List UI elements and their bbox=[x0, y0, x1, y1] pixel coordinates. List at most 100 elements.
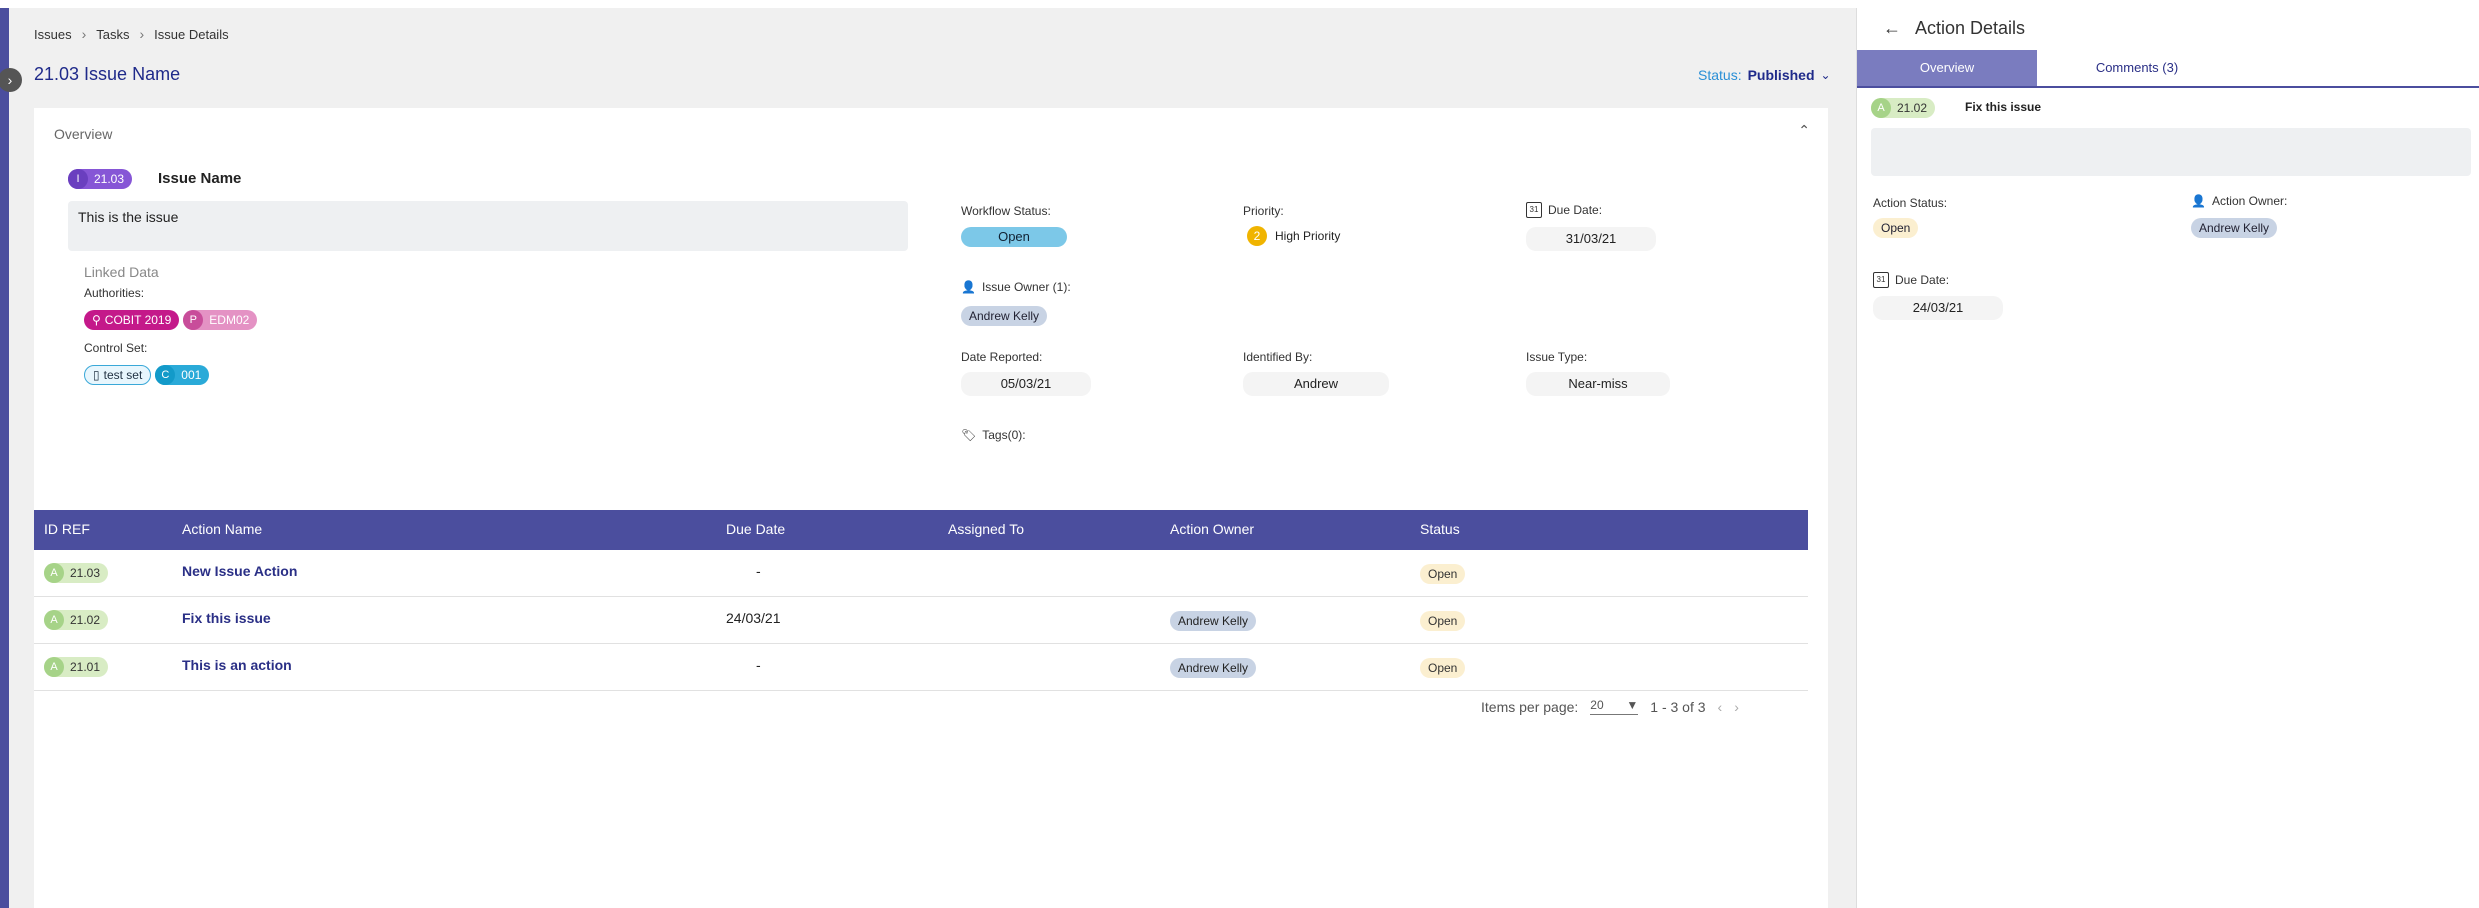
action-name-link[interactable]: Fix this issue bbox=[182, 610, 271, 626]
link-icon: ⚲ bbox=[92, 313, 101, 327]
issue-ref-badge: I 21.03 bbox=[68, 169, 133, 189]
col-action-name[interactable]: Action Name bbox=[182, 521, 262, 537]
action-ref-badge: A 21.02 bbox=[44, 610, 109, 630]
authority-cobit[interactable]: ⚲ COBIT 2019 bbox=[84, 310, 180, 330]
user-icon: 👤 bbox=[961, 280, 976, 294]
side-action-ref-badge: A 21.02 bbox=[1871, 98, 1936, 118]
tags-label[interactable]: 🏷 Tags(0): bbox=[961, 428, 1026, 442]
control-set-label: Control Set: bbox=[84, 341, 148, 355]
table-row[interactable]: A 21.02 Fix this issue 24/03/21 Andrew K… bbox=[34, 597, 1808, 644]
chevron-right-icon: › bbox=[139, 26, 145, 42]
paginator: Items per page: 20 ▼ 1 - 3 of 3 ‹ › bbox=[1481, 698, 1739, 715]
left-nav-strip bbox=[0, 8, 9, 908]
date-reported-label: Date Reported: bbox=[961, 350, 1043, 364]
table-row[interactable]: A 21.01 This is an action - Andrew Kelly… bbox=[34, 644, 1808, 691]
page-range: 1 - 3 of 3 bbox=[1650, 698, 1706, 715]
issue-prefix: I bbox=[68, 169, 88, 189]
user-icon: 👤 bbox=[2191, 194, 2206, 208]
due-date-value: 31/03/21 bbox=[1526, 227, 1656, 251]
back-arrow-icon[interactable]: ← bbox=[1883, 18, 1901, 39]
action-owner-chip: Andrew Kelly bbox=[2191, 218, 2278, 238]
col-assigned-to[interactable]: Assigned To bbox=[948, 521, 1024, 537]
breadcrumb-issues[interactable]: Issues bbox=[34, 27, 72, 42]
control-set-list: ▯ test set C 001 bbox=[84, 365, 210, 385]
calendar-icon: 31 bbox=[1873, 272, 1889, 288]
chevron-up-icon[interactable]: ⌃ bbox=[1798, 122, 1810, 139]
breadcrumb: Issues › Tasks › Issue Details bbox=[34, 26, 229, 42]
action-ref-badge: A 21.01 bbox=[44, 657, 109, 677]
tab-comments[interactable]: Comments (3) bbox=[2037, 50, 2237, 86]
priority-text: High Priority bbox=[1275, 229, 1341, 243]
issue-ref: 21.03 bbox=[94, 172, 125, 186]
items-per-page-label: Items per page: bbox=[1481, 698, 1579, 715]
authorities-label: Authorities: bbox=[84, 286, 145, 300]
issue-owner-label: 👤 Issue Owner (1): bbox=[961, 280, 1071, 294]
actions-table: ID REF Action Name Due Date Assigned To … bbox=[34, 510, 1808, 691]
page-title: 21.03 Issue Name bbox=[34, 64, 181, 84]
issue-name: Issue Name bbox=[158, 170, 242, 187]
control-001[interactable]: C 001 bbox=[155, 365, 210, 385]
action-name-link[interactable]: This is an action bbox=[182, 657, 292, 673]
overview-heading: Overview bbox=[54, 126, 113, 142]
action-details-tabs: Overview Comments (3) bbox=[1857, 50, 2479, 88]
control-set-test[interactable]: ▯ test set bbox=[84, 365, 152, 385]
status-label: Status: bbox=[1698, 67, 1742, 83]
col-action-owner[interactable]: Action Owner bbox=[1170, 521, 1254, 537]
action-due-date: 24/03/21 bbox=[726, 610, 781, 626]
action-status-badge: Open bbox=[1873, 218, 1919, 238]
priority-label: Priority: bbox=[1243, 204, 1284, 218]
chevron-right-icon: › bbox=[81, 26, 87, 42]
items-per-page-select[interactable]: 20 ▼ bbox=[1590, 698, 1639, 715]
action-status-label: Action Status: bbox=[1873, 196, 1948, 210]
priority-value: 2 High Priority bbox=[1247, 226, 1340, 246]
workflow-status-label: Workflow Status: bbox=[961, 204, 1051, 218]
action-status-badge: Open bbox=[1420, 611, 1466, 631]
expand-sidebar-icon[interactable]: › bbox=[0, 68, 22, 92]
breadcrumb-tasks[interactable]: Tasks bbox=[96, 27, 129, 42]
authorities-list: ⚲ COBIT 2019 P EDM02 bbox=[84, 310, 258, 330]
col-due-date[interactable]: Due Date bbox=[726, 521, 785, 537]
action-due-date: - bbox=[756, 657, 761, 673]
due-date-label: 31 Due Date: bbox=[1526, 202, 1602, 218]
next-page-icon[interactable]: › bbox=[1734, 699, 1739, 715]
overview-panel: Overview ⌃ I 21.03 Issue Name This is th… bbox=[34, 108, 1828, 908]
prev-page-icon[interactable]: ‹ bbox=[1718, 699, 1723, 715]
action-owner-chip: Andrew Kelly bbox=[1170, 611, 1257, 631]
side-due-date-label: 31 Due Date: bbox=[1873, 272, 1949, 288]
date-reported-value: 05/03/21 bbox=[961, 372, 1091, 396]
top-bar bbox=[0, 0, 2479, 8]
action-name-link[interactable]: New Issue Action bbox=[182, 563, 297, 579]
col-id-ref[interactable]: ID REF bbox=[44, 521, 90, 537]
priority-number: 2 bbox=[1247, 226, 1267, 246]
action-status-badge: Open bbox=[1420, 564, 1466, 584]
identified-by-label: Identified By: bbox=[1243, 350, 1313, 364]
issue-type-value: Near-miss bbox=[1526, 372, 1670, 396]
authority-edm02[interactable]: P EDM02 bbox=[183, 310, 258, 330]
col-status[interactable]: Status bbox=[1420, 521, 1460, 537]
caret-down-icon: ▼ bbox=[1626, 698, 1639, 712]
side-action-description bbox=[1871, 128, 2471, 176]
tab-overview[interactable]: Overview bbox=[1857, 50, 2037, 86]
document-icon: ▯ bbox=[93, 368, 100, 382]
action-owner-chip: Andrew Kelly bbox=[1170, 658, 1257, 678]
tag-icon: 🏷 bbox=[961, 428, 977, 442]
workflow-status-badge: Open bbox=[961, 227, 1067, 247]
table-row[interactable]: A 21.03 New Issue Action - Open bbox=[34, 550, 1808, 597]
issue-type-label: Issue Type: bbox=[1526, 350, 1588, 364]
status-value: Published bbox=[1747, 67, 1815, 83]
chevron-down-icon: ⌄ bbox=[1820, 68, 1831, 82]
issue-description: This is the issue bbox=[68, 201, 908, 251]
action-details-panel: ← Action Details Overview Comments (3) A… bbox=[1856, 8, 2479, 908]
action-status-badge: Open bbox=[1420, 658, 1466, 678]
action-details-title: Action Details bbox=[1915, 18, 2026, 38]
calendar-icon: 31 bbox=[1526, 202, 1542, 218]
action-owner-label: 👤 Action Owner: bbox=[2191, 194, 2288, 208]
side-action-name: Fix this issue bbox=[1965, 100, 2042, 114]
action-due-date: - bbox=[756, 563, 761, 579]
breadcrumb-issue-details: Issue Details bbox=[154, 26, 229, 42]
action-details-header: ← Action Details bbox=[1883, 18, 2025, 39]
linked-data-heading: Linked Data bbox=[84, 264, 159, 280]
status-dropdown[interactable]: Status: Published ⌄ bbox=[1698, 67, 1831, 83]
identified-by-value: Andrew bbox=[1243, 372, 1389, 396]
issue-owner-chip: Andrew Kelly bbox=[961, 306, 1048, 326]
